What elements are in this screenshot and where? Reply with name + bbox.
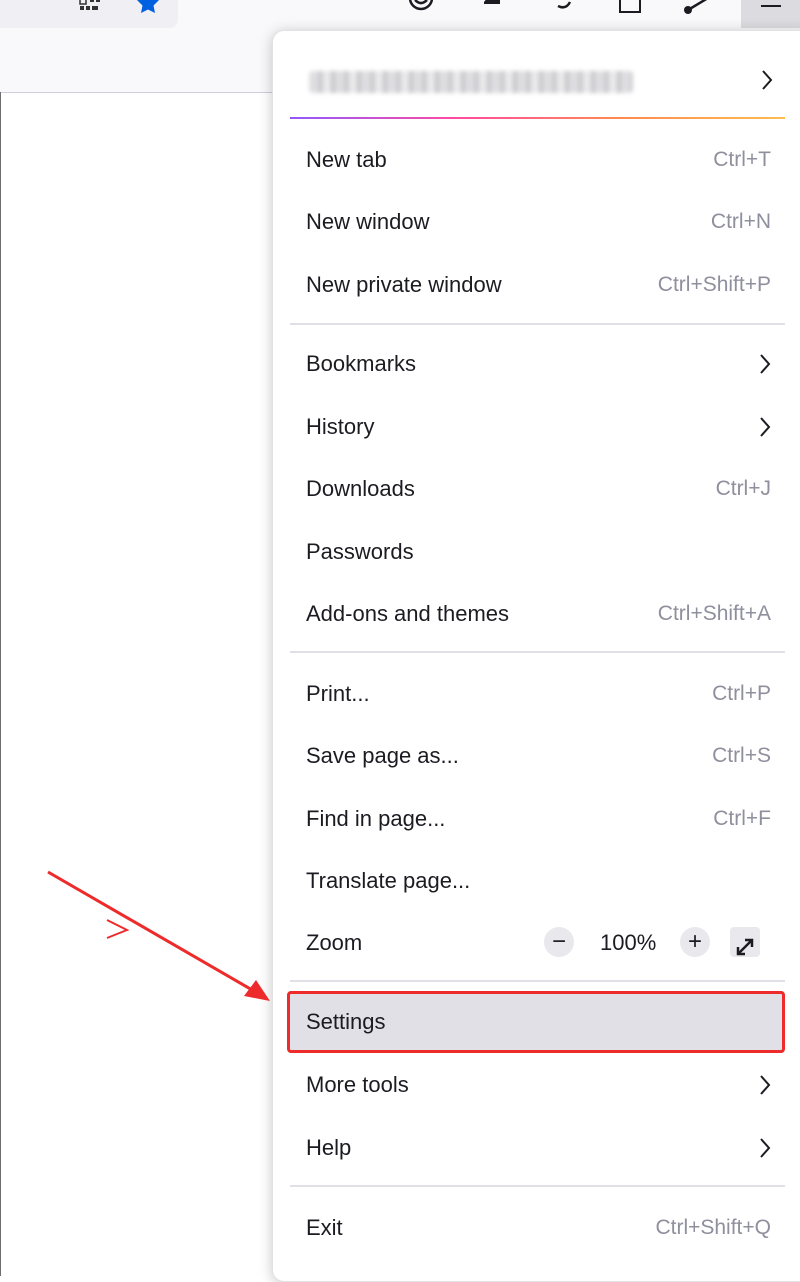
account-row[interactable]	[289, 49, 787, 111]
menu-item-passwords[interactable]: Passwords	[290, 524, 785, 580]
menu-item-find-in-page[interactable]: Find in page... Ctrl+F	[290, 791, 785, 847]
app-menu-button[interactable]	[741, 0, 800, 28]
menu-item-settings[interactable]: Settings	[290, 994, 785, 1050]
shortcut-label: Ctrl+P	[712, 682, 771, 705]
zoom-value[interactable]: 100%	[600, 915, 656, 971]
menu-item-new-window[interactable]: New window Ctrl+N	[290, 194, 785, 250]
menu-item-label: Bookmarks	[306, 351, 417, 376]
bookmark-star-icon[interactable]	[133, 0, 163, 16]
menu-item-label: New tab	[306, 147, 387, 172]
chevron-right-icon	[760, 417, 771, 437]
fullscreen-icon	[736, 938, 754, 956]
shortcut-label: Ctrl+S	[712, 744, 771, 767]
url-bar[interactable]	[0, 0, 178, 28]
qr-code-icon[interactable]	[76, 0, 106, 18]
shortcut-label: Ctrl+F	[713, 807, 771, 830]
chevron-right-icon	[762, 70, 773, 90]
menu-item-help[interactable]: Help	[290, 1120, 785, 1176]
menu-separator	[290, 980, 785, 982]
menu-item-label: Help	[306, 1135, 352, 1160]
menu-item-bookmarks[interactable]: Bookmarks	[290, 336, 785, 392]
menu-item-label: Save page as...	[306, 743, 459, 768]
menu-item-new-tab[interactable]: New tab Ctrl+T	[290, 132, 785, 188]
account-email-redacted	[309, 71, 633, 93]
shortcut-label: Ctrl+Shift+A	[657, 602, 771, 625]
menu-item-label: Passwords	[306, 539, 414, 564]
screenshot-icon[interactable]	[616, 0, 646, 16]
menu-item-exit[interactable]: Exit Ctrl+Shift+Q	[290, 1200, 785, 1256]
menu-item-label: Settings	[306, 1009, 386, 1034]
page-content-edge	[0, 92, 1, 1276]
shortcut-label: Ctrl+T	[713, 148, 771, 171]
menu-item-new-private-window[interactable]: New private window Ctrl+Shift+P	[290, 257, 785, 313]
zoom-out-button[interactable]: −	[544, 927, 574, 957]
menu-item-translate-page[interactable]: Translate page...	[290, 853, 785, 909]
menu-item-label: Downloads	[306, 476, 415, 501]
menu-item-label: Print...	[306, 681, 370, 706]
fullscreen-button[interactable]	[730, 927, 760, 957]
menu-separator	[290, 651, 785, 653]
menu-item-label: Find in page...	[306, 806, 446, 831]
extensions-icon[interactable]	[478, 0, 508, 16]
menu-item-label: New window	[306, 209, 430, 234]
shortcut-label: Ctrl+Shift+Q	[655, 1216, 771, 1239]
shortcut-label: Ctrl+N	[710, 210, 771, 233]
menu-item-history[interactable]: History	[290, 399, 785, 455]
menu-item-save-page[interactable]: Save page as... Ctrl+S	[290, 728, 785, 784]
menu-separator	[290, 323, 785, 325]
share-icon[interactable]	[682, 0, 712, 16]
zoom-label: Zoom	[306, 930, 363, 955]
chevron-right-icon	[760, 1075, 771, 1095]
zoom-in-button[interactable]: +	[680, 927, 710, 957]
chevron-right-icon	[760, 354, 771, 374]
app-menu-panel: New tab Ctrl+T New window Ctrl+N New pri…	[272, 30, 800, 1282]
menu-separator	[290, 1185, 785, 1187]
shortcut-label: Ctrl+Shift+P	[657, 273, 771, 296]
zoom-row: Zoom − 100% +	[290, 915, 785, 971]
menu-item-label: More tools	[306, 1072, 409, 1097]
menu-item-label: Add-ons and themes	[306, 601, 510, 626]
chevron-right-icon	[760, 1138, 771, 1158]
account-icon[interactable]	[406, 0, 436, 14]
account-accent-line	[290, 117, 785, 119]
menu-item-label: New private window	[306, 272, 502, 297]
sync-icon[interactable]	[548, 0, 578, 16]
hamburger-menu-icon	[761, 5, 781, 7]
menu-item-more-tools[interactable]: More tools	[290, 1057, 785, 1113]
menu-item-addons-themes[interactable]: Add-ons and themes Ctrl+Shift+A	[290, 586, 785, 642]
menu-item-downloads[interactable]: Downloads Ctrl+J	[290, 461, 785, 517]
menu-item-label: Exit	[306, 1215, 343, 1240]
menu-item-label: Translate page...	[306, 868, 471, 893]
menu-item-print[interactable]: Print... Ctrl+P	[290, 666, 785, 722]
shortcut-label: Ctrl+J	[715, 477, 771, 500]
menu-item-label: History	[306, 414, 375, 439]
